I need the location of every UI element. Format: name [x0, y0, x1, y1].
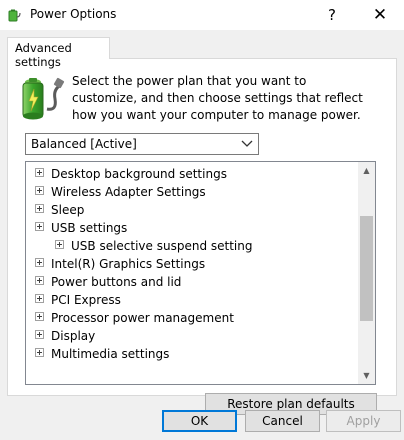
tree-item[interactable]: USB selective suspend setting — [26, 237, 359, 255]
plan-select-value: Balanced [Active] — [31, 137, 137, 151]
description-text: Select the power plan that you want to c… — [72, 74, 363, 122]
tree-item-label: Intel(R) Graphics Settings — [51, 257, 206, 271]
window-title: Power Options — [30, 7, 117, 21]
tree-item-label: USB selective suspend setting — [71, 239, 253, 253]
tree-item-label: Display — [51, 329, 96, 343]
close-icon: ✕ — [372, 5, 388, 25]
tree-item[interactable]: Wireless Adapter Settings — [26, 183, 359, 201]
title-bar: Power Options ? ✕ — [0, 0, 404, 30]
tree-item[interactable]: Power buttons and lid — [26, 273, 359, 291]
tree-item[interactable]: Intel(R) Graphics Settings — [26, 255, 359, 273]
tab-label: Advanced settings — [15, 41, 72, 69]
chevron-down-icon — [241, 140, 253, 147]
tree-item-label: USB settings — [51, 221, 128, 235]
tree-item-label: Power buttons and lid — [51, 275, 182, 289]
settings-tree[interactable]: Desktop background settings Wireless Adap… — [25, 161, 376, 385]
expand-plus-icon[interactable] — [35, 312, 44, 321]
expand-plus-icon[interactable] — [35, 186, 44, 195]
tree-item[interactable]: Desktop background settings — [26, 165, 359, 183]
dialog-body: Advanced settings Select the power plan … — [0, 30, 404, 440]
tree-item-label: Desktop background settings — [51, 167, 227, 181]
tree-item[interactable]: Processor power management — [26, 309, 359, 327]
tree-item-label: PCI Express — [51, 293, 121, 307]
tree-item-label: Sleep — [51, 203, 85, 217]
power-options-icon — [8, 9, 21, 22]
expand-plus-icon[interactable] — [35, 330, 44, 339]
close-button[interactable]: ✕ — [366, 2, 394, 28]
ok-button[interactable]: OK — [162, 410, 237, 432]
expand-plus-icon[interactable] — [35, 222, 44, 231]
expand-plus-icon[interactable] — [35, 294, 44, 303]
apply-button[interactable]: Apply — [326, 410, 401, 432]
scroll-up-icon[interactable]: ▲ — [358, 162, 375, 179]
expand-plus-icon[interactable] — [35, 276, 44, 285]
help-icon: ? — [328, 6, 336, 24]
tree-item-label: Processor power management — [51, 311, 234, 325]
power-plan-select[interactable]: Balanced [Active] — [25, 133, 259, 155]
expand-plus-icon[interactable] — [35, 204, 44, 213]
cancel-button[interactable]: Cancel — [245, 410, 320, 432]
tree-item[interactable]: Multimedia settings — [26, 345, 359, 363]
tree-scrollbar[interactable]: ▲ ▼ — [358, 162, 375, 384]
scroll-down-icon[interactable]: ▼ — [358, 367, 375, 384]
expand-plus-icon[interactable] — [35, 168, 44, 177]
expand-plus-icon[interactable] — [55, 240, 64, 249]
battery-plug-icon — [22, 77, 65, 120]
tree-item[interactable]: Display — [26, 327, 359, 345]
tree-item[interactable]: Sleep — [26, 201, 359, 219]
expand-plus-icon[interactable] — [35, 258, 44, 267]
tab-advanced-settings[interactable]: Advanced settings — [7, 37, 110, 69]
scroll-thumb[interactable] — [360, 216, 373, 321]
tree-item-label: Multimedia settings — [51, 347, 170, 361]
tree-item[interactable]: USB settings — [26, 219, 359, 237]
tree-item[interactable]: PCI Express — [26, 291, 359, 309]
tree-item-label: Wireless Adapter Settings — [51, 185, 206, 199]
expand-plus-icon[interactable] — [35, 348, 44, 357]
help-button[interactable]: ? — [318, 2, 346, 28]
